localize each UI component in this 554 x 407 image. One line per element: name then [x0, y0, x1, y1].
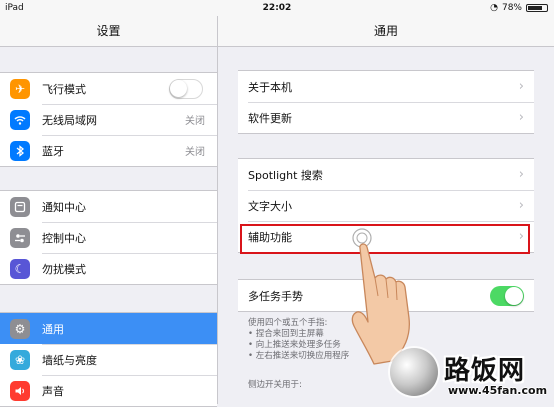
sidebar-item-airplane-mode[interactable]: ✈ 飞行模式	[0, 73, 217, 104]
settings-sidebar: 设置 ✈ 飞行模式 无线局域网 关闭 蓝牙 关闭 通知中心 控制中心 ☾ 勿扰模…	[0, 16, 218, 407]
clock: 22:02	[262, 3, 292, 13]
chevron-right-icon: ›	[518, 110, 524, 125]
sidebar-item-label: 勿扰模式	[42, 262, 86, 276]
row-label: 关于本机	[248, 80, 292, 94]
sidebar-item-control-center[interactable]: 控制中心	[0, 222, 217, 253]
sidebar-item-wifi[interactable]: 无线局域网 关闭	[0, 104, 217, 135]
speaker-icon	[10, 380, 30, 401]
sidebar-group-notifications: 通知中心 控制中心 ☾ 勿扰模式	[0, 190, 217, 285]
footnote-line: 使用四个或五个手指:	[248, 318, 328, 328]
chevron-right-icon: ›	[518, 198, 524, 213]
status-bar: iPad 22:02 ◔ 78%	[0, 0, 554, 16]
notification-center-icon	[10, 196, 30, 217]
sidebar-item-label: 通知中心	[42, 200, 86, 214]
airplane-mode-toggle[interactable]	[169, 78, 203, 99]
sidebar-item-label: 墙纸与亮度	[42, 353, 97, 367]
row-label: 软件更新	[248, 111, 292, 125]
sidebar-item-label: 声音	[42, 384, 64, 398]
control-center-icon	[10, 227, 30, 248]
bluetooth-status: 关闭	[185, 147, 205, 158]
footnote-line: • 捏合来回到主屏幕	[248, 329, 324, 339]
sidebar-item-bluetooth[interactable]: 蓝牙 关闭	[0, 135, 217, 166]
about-row[interactable]: 关于本机 ›	[238, 71, 534, 102]
row-label: Spotlight 搜索	[248, 168, 323, 182]
spotlight-search-row[interactable]: Spotlight 搜索 ›	[238, 159, 534, 190]
battery-icon	[526, 4, 548, 12]
multitasking-footnote: 使用四个或五个手指: • 捏合来回到主屏幕 • 向上推送来处理多任务 • 左右推…	[248, 318, 349, 362]
watermark-brand: 路饭网	[444, 356, 526, 386]
sidebar-item-general[interactable]: ⚙ 通用	[0, 313, 217, 344]
orientation-lock-icon: ◔	[490, 3, 498, 13]
sidebar-item-label: 通用	[42, 322, 64, 336]
wallpaper-icon: ❀	[10, 349, 30, 370]
sidebar-item-notification-center[interactable]: 通知中心	[0, 191, 217, 222]
watermark-domain: www.45fan.com	[448, 384, 548, 397]
wifi-status: 关闭	[185, 116, 205, 127]
chevron-right-icon: ›	[518, 79, 524, 94]
site-watermark: 路饭网 www.45fan.com	[390, 344, 554, 404]
text-size-row[interactable]: 文字大小 ›	[238, 190, 534, 221]
chevron-right-icon: ›	[518, 167, 524, 182]
sidebar-item-label: 蓝牙	[42, 144, 64, 158]
status-right: ◔ 78%	[490, 0, 548, 16]
multitasking-gestures-toggle[interactable]	[490, 285, 524, 306]
sidebar-title: 设置	[0, 16, 217, 47]
sidebar-item-wallpaper[interactable]: ❀ 墙纸与亮度	[0, 344, 217, 375]
airplane-icon: ✈	[10, 78, 30, 99]
software-update-row[interactable]: 软件更新 ›	[238, 102, 534, 133]
footnote-line: • 向上推送来处理多任务	[248, 340, 341, 350]
moon-icon: ☾	[10, 258, 30, 279]
footnote-line: • 左右推送来切换应用程序	[248, 351, 350, 361]
sidebar-item-label: 无线局域网	[42, 113, 97, 127]
battery-percent: 78%	[501, 3, 522, 13]
sidebar-group-connectivity: ✈ 飞行模式 无线局域网 关闭 蓝牙 关闭	[0, 72, 217, 167]
wifi-icon	[10, 109, 30, 130]
watermark-logo-icon	[390, 348, 438, 396]
detail-group-about: 关于本机 › 软件更新 ›	[238, 70, 534, 134]
gear-icon: ⚙	[10, 318, 30, 339]
section-header: 侧边开关用于:	[248, 380, 302, 390]
row-label: 文字大小	[248, 199, 292, 213]
bluetooth-icon	[10, 140, 30, 161]
sidebar-item-sounds[interactable]: 声音	[0, 375, 217, 406]
sidebar-group-device: ⚙ 通用 ❀ 墙纸与亮度 声音	[0, 312, 217, 407]
sidebar-item-label: 飞行模式	[42, 82, 86, 96]
sidebar-item-label: 控制中心	[42, 231, 86, 245]
sidebar-item-do-not-disturb[interactable]: ☾ 勿扰模式	[0, 253, 217, 284]
detail-title: 通用	[218, 16, 554, 47]
